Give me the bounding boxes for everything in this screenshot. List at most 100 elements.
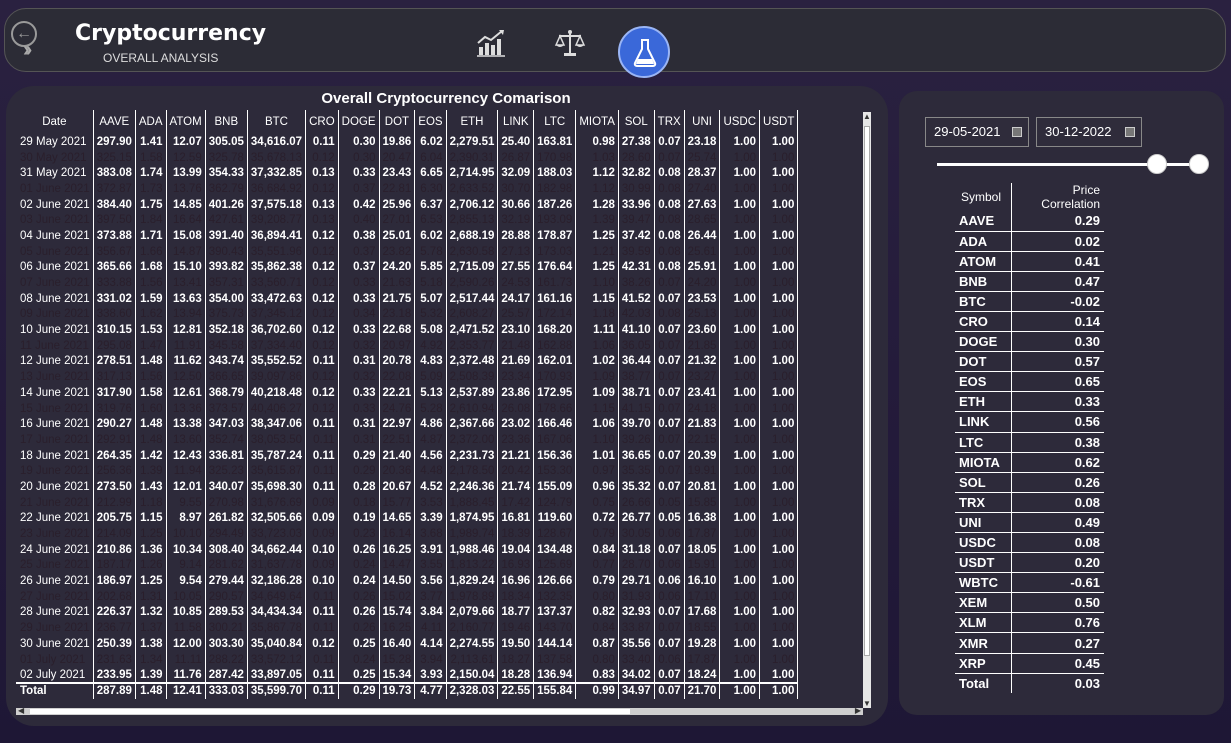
table-row[interactable]: 30 June 2021 250.39 1.38 12.00 303.30 35,040.… [16,636,799,652]
correlation-row[interactable]: UNI 0.49 [955,512,1104,534]
column-header[interactable]: USDC [719,110,761,134]
table-row[interactable]: 29 June 2021 236.77 1.37 11.58 300.21 35,867.… [16,620,799,636]
column-header[interactable]: ATOM [166,110,206,134]
calendar-icon[interactable] [1012,127,1022,137]
column-header[interactable]: AAVE [93,110,136,134]
table-row[interactable]: 15 June 2021 319.76 1.60 13.36 373.57 40,406.… [16,400,799,417]
end-date-input[interactable]: 30-12-2022 [1036,117,1142,147]
correlation-row[interactable]: ETH 0.33 [955,391,1104,413]
table-row[interactable]: 07 June 2021 333.88 1.56 13.41 357.31 33,560.… [16,275,799,291]
correlation-row[interactable]: WBTC -0.61 [955,572,1104,594]
table-row[interactable]: 31 May 2021 383.08 1.74 13.99 354.33 37,332.8… [16,165,799,182]
correlation-row[interactable]: DOT 0.57 [955,351,1104,373]
value-cell: 188.03 [533,165,577,182]
column-header[interactable]: LINK [497,110,535,134]
correlation-row[interactable]: SOL 0.26 [955,472,1104,493]
correlation-row[interactable]: LINK 0.56 [955,411,1104,433]
slider-start-handle[interactable] [1147,154,1167,174]
table-row[interactable]: 04 June 2021 373.88 1.71 15.08 391.40 36,894.… [16,228,799,244]
correlation-row[interactable]: ADA 0.02 [955,231,1104,252]
table-row[interactable]: 23 June 2021 214.09 1.25 10.10 294.49 33,723.… [16,526,799,542]
table-row[interactable]: 25 June 2021 187.17 1.26 9.14 281.62 31,637.7… [16,557,799,574]
correlation-row[interactable]: AAVE 0.29 [955,211,1104,232]
calendar-icon[interactable] [1125,127,1135,137]
scroll-down-icon[interactable]: ▼ [863,699,871,708]
value-cell: 176.64 [533,259,577,276]
table-row[interactable]: 02 July 2021 233.95 1.39 11.76 287.42 33,897.… [16,667,799,684]
column-header[interactable]: USDT [759,110,799,134]
scroll-left-icon[interactable]: ◀ [18,706,24,715]
correlation-row[interactable]: MIOTA 0.62 [955,452,1104,473]
column-header[interactable]: CRO [305,110,339,134]
column-header[interactable]: SOL [618,110,655,134]
expand-chevrons-icon[interactable]: ›› [23,39,33,62]
correlation-row[interactable]: BNB 0.47 [955,271,1104,292]
correlation-row[interactable]: USDT 0.20 [955,552,1104,574]
column-header[interactable]: EOS [414,110,447,134]
table-row[interactable]: 05 June 2021 356.67 1.66 14.87 390.43 35,551.… [16,243,799,260]
correlation-row[interactable]: XEM 0.50 [955,592,1104,614]
table-row[interactable]: 26 June 2021 186.97 1.25 9.54 279.44 32,186.2… [16,573,799,589]
column-header[interactable]: Date [16,110,94,134]
column-header[interactable]: BNB [205,110,248,134]
price-correlation-header[interactable]: Price Correlation [1011,183,1104,211]
table-row[interactable]: 01 June 2021 372.87 1.73 13.76 362.79 36,684.… [16,181,799,197]
correlation-row[interactable]: BTC -0.02 [955,291,1104,312]
table-row[interactable]: 24 June 2021 210.86 1.36 10.34 308.40 34,662.… [16,541,799,558]
horizontal-scrollbar[interactable]: ◀ ▶ [16,706,863,715]
correlation-row[interactable]: XMR 0.27 [955,632,1104,654]
table-row[interactable]: 08 June 2021 331.02 1.59 13.63 354.00 33,472.… [16,290,799,307]
flask-icon[interactable] [618,26,670,78]
table-row[interactable]: 11 June 2021 295.08 1.47 11.91 345.58 37,334.… [16,337,799,354]
vertical-scroll-thumb[interactable] [864,126,870,656]
correlation-row[interactable]: EOS 0.65 [955,371,1104,393]
table-row[interactable]: 19 June 2021 256.36 1.39 11.94 325.23 35,615.… [16,463,799,480]
column-header[interactable]: ETH [446,110,499,134]
start-date-input[interactable]: 29-05-2021 [925,117,1029,147]
table-row[interactable]: 13 June 2021 317.13 1.56 12.50 366.65 39,097.… [16,369,799,385]
correlation-row[interactable]: LTC 0.38 [955,432,1104,453]
symbol-header[interactable]: Symbol [955,183,1012,211]
column-header[interactable]: BTC [247,110,307,134]
column-header[interactable]: ADA [135,110,167,134]
correlation-row[interactable]: DOGE 0.30 [955,331,1104,353]
table-row[interactable]: 17 June 2021 292.91 1.48 13.60 352.74 38,053.… [16,432,799,448]
table-row[interactable]: 28 June 2021 226.37 1.32 10.85 289.53 34,434.… [16,604,799,621]
chart-growth-icon[interactable] [473,27,509,63]
table-row[interactable]: 03 June 2021 397.50 1.84 16.64 427.61 39,208.… [16,212,799,229]
table-row[interactable]: 18 June 2021 264.35 1.42 12.43 336.81 35,787.… [16,447,799,464]
table-row[interactable]: 06 June 2021 365.66 1.68 15.10 393.82 35,862.… [16,259,799,276]
column-header[interactable]: LTC [533,110,577,134]
table-row[interactable]: 30 May 2021 325.15 1.58 12.59 325.78 35,678.1… [16,149,799,166]
table-row[interactable]: 21 June 2021 212.99 1.18 9.55 270.98 31,676.6… [16,494,799,511]
balance-scale-icon[interactable] [552,27,588,63]
column-header[interactable]: DOGE [338,110,380,134]
correlation-row[interactable]: CRO 0.14 [955,311,1104,333]
table-row[interactable]: 09 June 2021 338.60 1.62 13.94 375.73 37,345.… [16,306,799,323]
correlation-row[interactable]: XLM 0.76 [955,612,1104,634]
vertical-scrollbar[interactable]: ▲ ▼ [863,112,871,708]
correlation-row[interactable]: XRP 0.45 [955,653,1104,674]
column-header[interactable]: MIOTA [575,110,619,134]
table-row[interactable]: 22 June 2021 205.75 1.15 8.97 261.82 32,505.6… [16,510,799,527]
column-header[interactable]: UNI [684,110,721,134]
table-row[interactable]: 20 June 2021 273.50 1.43 12.01 340.07 35,698.… [16,479,799,495]
correlation-row[interactable]: ATOM 0.41 [955,251,1104,272]
slider-end-handle[interactable] [1189,154,1209,174]
correlation-row[interactable]: USDC 0.08 [955,532,1104,554]
table-row[interactable]: 27 June 2021 202.68 1.31 10.05 290.57 34,649.… [16,588,799,605]
table-row[interactable]: 01 July 2021 231.63 1.34 11.11 288.22 33,572.… [16,651,799,668]
table-row[interactable]: 02 June 2021 384.40 1.75 14.85 401.26 37,575.… [16,196,799,213]
scroll-right-icon[interactable]: ▶ [855,706,861,715]
table-row[interactable]: 29 May 2021 297.90 1.41 12.07 305.05 34,616.0… [16,134,799,150]
comparison-table-wrap[interactable]: Date AAVE ADA ATOM BNB BTC CRO DOGE DOT EOS ETH LIN… [16,110,871,710]
table-row[interactable]: 16 June 2021 290.27 1.48 13.38 347.03 38,347.… [16,416,799,433]
horizontal-scroll-thumb[interactable] [30,709,630,714]
table-row[interactable]: 14 June 2021 317.90 1.58 12.61 368.79 40,218.… [16,385,799,401]
column-header[interactable]: TRX [654,110,685,134]
table-row[interactable]: 10 June 2021 310.15 1.53 12.81 352.18 36,702.… [16,322,799,338]
correlation-row[interactable]: TRX 0.08 [955,492,1104,513]
column-header[interactable]: DOT [379,110,416,134]
scroll-up-icon[interactable]: ▲ [863,112,871,121]
table-row[interactable]: 12 June 2021 278.51 1.48 11.62 343.74 35,552.… [16,353,799,370]
